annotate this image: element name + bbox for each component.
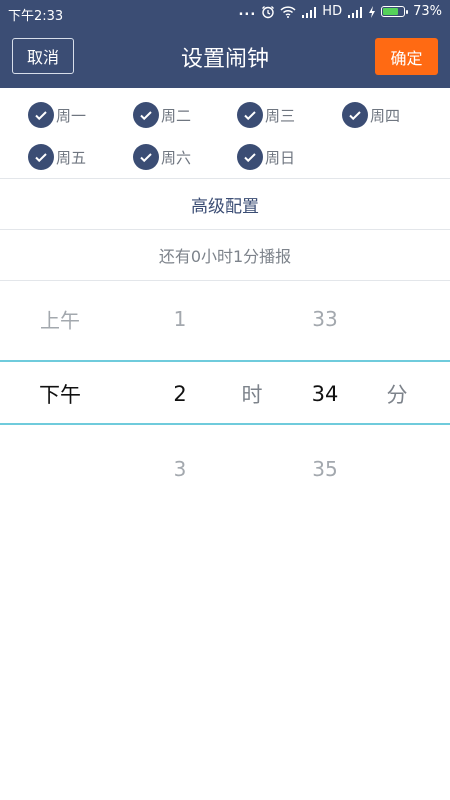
- check-icon: [237, 144, 263, 170]
- day-toggle-sat[interactable]: 周六: [133, 144, 191, 170]
- day-toggle-mon[interactable]: 周一: [28, 102, 86, 128]
- day-label: 周三: [265, 106, 296, 125]
- day-toggle-wed[interactable]: 周三: [237, 102, 295, 128]
- status-icons: ... HD 73%: [238, 4, 442, 19]
- advanced-config-button[interactable]: 高级配置: [0, 179, 450, 230]
- minute-selected[interactable]: 34: [312, 382, 339, 406]
- ampm-selected[interactable]: 下午: [39, 379, 81, 409]
- check-icon: [237, 102, 263, 128]
- minute-option[interactable]: 35: [312, 457, 337, 481]
- confirm-button[interactable]: 确定: [375, 38, 438, 75]
- battery-icon: [381, 6, 409, 17]
- network-type: HD: [322, 4, 343, 19]
- check-icon: [28, 102, 54, 128]
- header: 取消 设置闹钟 确定: [0, 26, 450, 88]
- ampm-option[interactable]: 上午: [40, 305, 80, 334]
- selection-line-top: [0, 360, 450, 362]
- day-label: 周四: [370, 106, 401, 125]
- day-toggle-thu[interactable]: 周四: [342, 102, 400, 128]
- hour-option[interactable]: 3: [174, 457, 187, 481]
- minute-option[interactable]: 33: [312, 307, 337, 331]
- signal-icon: [347, 6, 363, 18]
- day-label: 周一: [56, 106, 87, 125]
- status-time: 下午2:33: [8, 9, 64, 24]
- minute-unit-label: 分: [386, 383, 408, 407]
- check-icon: [28, 144, 54, 170]
- battery-percent: 73%: [413, 4, 442, 19]
- hour-unit-label: 时: [241, 383, 263, 407]
- hour-option[interactable]: 1: [174, 307, 187, 331]
- alarm-icon: [261, 5, 275, 19]
- day-toggle-tue[interactable]: 周二: [133, 102, 191, 128]
- day-label: 周五: [56, 148, 87, 167]
- weekday-selector: 周一 周二 周三 周四 周五 周六 周日: [0, 88, 450, 179]
- day-label: 周六: [161, 148, 192, 167]
- signal-icon: [301, 6, 317, 18]
- day-toggle-sun[interactable]: 周日: [237, 144, 295, 170]
- day-label: 周日: [265, 148, 296, 167]
- more-dots: ...: [238, 4, 257, 19]
- remaining-time-text: 还有0小时1分播报: [0, 230, 450, 281]
- check-icon: [133, 102, 159, 128]
- day-label: 周二: [161, 106, 192, 125]
- status-bar: 下午2:33 ... HD 73%: [0, 0, 450, 26]
- time-picker[interactable]: 上午 下午 1 2 3 时 33 34 35 分: [0, 281, 450, 501]
- wifi-icon: [280, 5, 296, 18]
- check-icon: [342, 102, 368, 128]
- day-toggle-fri[interactable]: 周五: [28, 144, 86, 170]
- charging-icon: [368, 5, 376, 18]
- check-icon: [133, 144, 159, 170]
- selection-line-bottom: [0, 423, 450, 425]
- hour-selected[interactable]: 2: [173, 382, 186, 406]
